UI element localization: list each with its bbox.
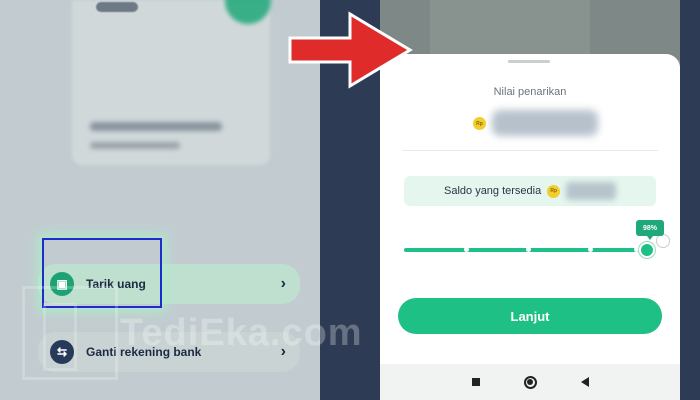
slider-step-dot	[464, 247, 469, 252]
available-balance-label: Saldo yang tersedia	[444, 185, 542, 197]
available-balance-value-blurred	[566, 182, 617, 200]
blurred-text-line	[90, 122, 222, 131]
slider-percent-tooltip: 98%	[636, 220, 664, 240]
rupiah-coin-icon: Rp	[547, 184, 561, 198]
sheet-drag-handle[interactable]	[508, 60, 550, 63]
withdraw-bottom-sheet: Nilai penarikan Rp Saldo yang tersedia R…	[380, 54, 680, 400]
arrow-right-icon	[288, 11, 413, 89]
divider	[402, 150, 658, 151]
recent-apps-icon[interactable]	[471, 378, 480, 386]
blurred-text-line	[90, 142, 180, 149]
slider-end-handle[interactable]	[656, 234, 670, 248]
withdraw-amount-title: Nilai penarikan	[493, 86, 567, 98]
chevron-right-icon: ›	[280, 275, 286, 292]
slider-step-dot	[588, 247, 593, 252]
available-balance-bar: Saldo yang tersedia Rp	[404, 176, 656, 206]
blurred-account-card	[72, 0, 270, 165]
watermark-text: TediEka.com	[120, 312, 363, 354]
withdraw-amount-value-blurred	[492, 110, 598, 136]
withdraw-slider-thumb[interactable]	[639, 242, 656, 258]
home-icon[interactable]	[523, 375, 537, 389]
continue-button[interactable]: Lanjut	[398, 298, 662, 334]
rupiah-coin-icon: Rp	[473, 117, 486, 130]
android-navigation-bar	[380, 364, 680, 400]
slider-step-dot	[526, 247, 531, 252]
watermark-logo	[22, 286, 118, 380]
dimmed-backdrop	[380, 0, 680, 60]
back-icon[interactable]	[580, 377, 589, 387]
withdraw-screen: Nilai penarikan Rp Saldo yang tersedia R…	[380, 0, 680, 400]
blurred-pill	[96, 2, 138, 12]
